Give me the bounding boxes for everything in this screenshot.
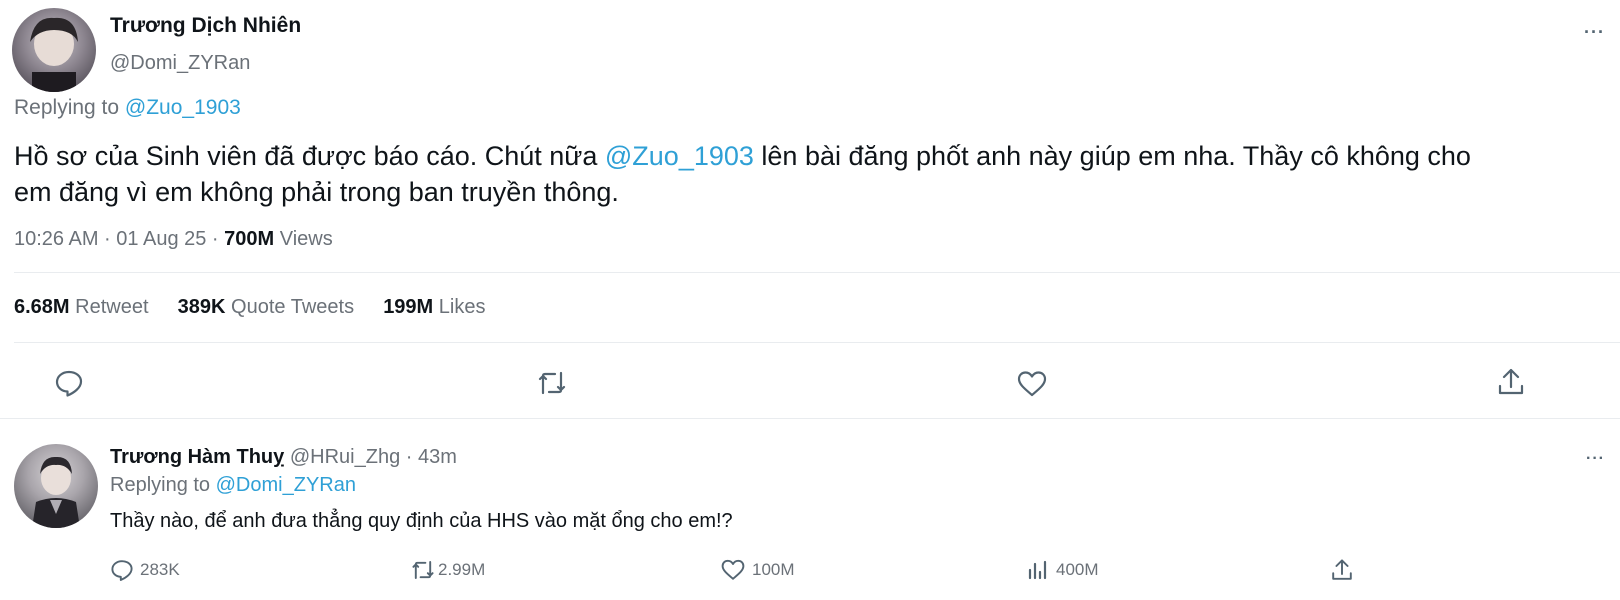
quotes-stat[interactable]: 389K Quote Tweets bbox=[178, 296, 354, 318]
divider bbox=[14, 342, 1620, 343]
reply-author-name[interactable]: Trương Hàm Thuỵ bbox=[110, 446, 284, 468]
body-mention[interactable]: @Zuo_1903 bbox=[605, 141, 754, 171]
tweet-body-line-2: em đăng vì em không phải trong ban truyề… bbox=[14, 177, 619, 207]
views-bar-chart-icon bbox=[1026, 558, 1050, 582]
replying-to-mention[interactable]: @Domi_ZYRan bbox=[216, 474, 356, 496]
reply-more-options-button[interactable]: ··· bbox=[1586, 450, 1605, 468]
reply-author-avatar[interactable] bbox=[14, 444, 98, 528]
likes-count: 199M bbox=[383, 296, 434, 318]
replying-prefix: Replying to bbox=[14, 96, 125, 119]
quotes-label: Quote Tweets bbox=[225, 296, 355, 318]
reply-body: Thầy nào, để anh đưa thẳng quy định của … bbox=[110, 510, 733, 532]
tweet-meta: 10:26 AM · 01 Aug 25 · 700M Views bbox=[14, 228, 333, 251]
reply-retweet-action[interactable]: 2.99M bbox=[410, 558, 485, 582]
reply-replying-to-line: Replying to @Domi_ZYRan bbox=[110, 474, 356, 497]
retweet-icon bbox=[410, 558, 436, 582]
tweet-stats: 6.68M Retweet 389K Quote Tweets 199M Lik… bbox=[14, 296, 485, 319]
replying-prefix: Replying to bbox=[110, 474, 216, 496]
quotes-count: 389K bbox=[177, 296, 226, 318]
like-icon bbox=[720, 558, 746, 582]
reply-count: 283K bbox=[140, 560, 180, 579]
reply-share-icon[interactable] bbox=[1330, 557, 1354, 583]
more-options-button[interactable]: ··· bbox=[1584, 22, 1605, 43]
retweets-count: 6.68M bbox=[14, 296, 70, 318]
tweet-text: Hồ sơ của Sinh viên đã được báo cáo. Chú… bbox=[14, 141, 605, 171]
like-icon[interactable] bbox=[1016, 369, 1048, 399]
author-name[interactable]: Trương Dịch Nhiên bbox=[110, 14, 301, 38]
retweet-icon[interactable] bbox=[536, 368, 568, 398]
avatar-photo bbox=[32, 456, 80, 528]
views-label: Views bbox=[274, 228, 333, 250]
reply-author-handle[interactable]: @HRui_Zhg bbox=[290, 446, 400, 468]
tweet-text-cont: lên bài đăng phốt anh này giúp em nha. T… bbox=[753, 141, 1471, 171]
replying-to-line: Replying to @Zuo_1903 bbox=[14, 96, 241, 120]
reply-header: Trương Hàm Thuỵ @HRui_Zhg · 43m bbox=[110, 446, 457, 469]
tweet-timestamp[interactable]: 10:26 AM · 01 Aug 25 · bbox=[14, 228, 224, 250]
divider bbox=[14, 272, 1620, 273]
likes-label: Likes bbox=[433, 296, 486, 318]
reply-reply-action[interactable]: 283K bbox=[110, 558, 180, 582]
tweet-body: Hồ sơ của Sinh viên đã được báo cáo. Chú… bbox=[14, 138, 1620, 210]
views-count: 700M bbox=[224, 228, 275, 250]
reply-views-action[interactable]: 400M bbox=[1026, 558, 1099, 582]
avatar-photo bbox=[30, 17, 78, 92]
reply-like-action[interactable]: 100M bbox=[720, 558, 795, 582]
retweet-count: 2.99M bbox=[438, 560, 486, 579]
share-icon[interactable] bbox=[1496, 366, 1526, 398]
retweets-label: Retweet bbox=[69, 296, 149, 318]
like-count: 100M bbox=[752, 560, 795, 579]
reply-icon bbox=[110, 558, 134, 582]
reply-icon[interactable] bbox=[54, 368, 84, 398]
likes-stat[interactable]: 199M Likes bbox=[383, 296, 485, 318]
reply-time[interactable]: · 43m bbox=[400, 446, 457, 468]
retweets-stat[interactable]: 6.68M Retweet bbox=[14, 296, 149, 318]
views-count: 400M bbox=[1056, 560, 1099, 579]
author-handle[interactable]: @Domi_ZYRan bbox=[110, 52, 250, 75]
divider bbox=[0, 418, 1620, 419]
replying-to-mention[interactable]: @Zuo_1903 bbox=[125, 96, 241, 119]
author-avatar[interactable] bbox=[12, 8, 96, 92]
tweet-body-line-1: Hồ sơ của Sinh viên đã được báo cáo. Chú… bbox=[14, 138, 1620, 174]
